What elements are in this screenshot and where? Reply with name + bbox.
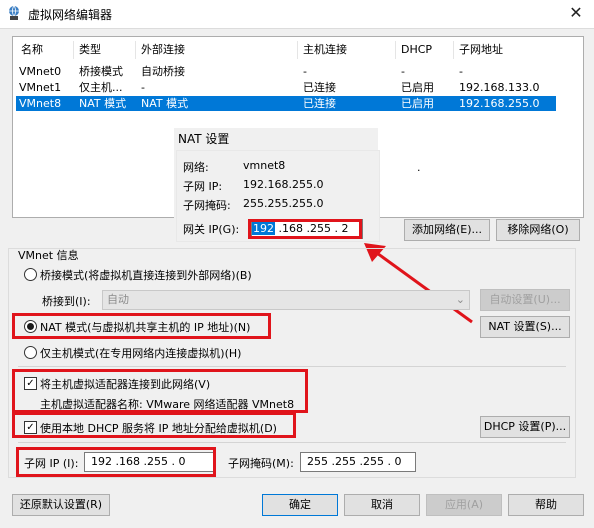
nat-settings-button[interactable]: NAT 设置(S)... — [480, 316, 570, 338]
column-header-host[interactable]: 主机连接 — [299, 41, 399, 59]
bridge-mode-label[interactable]: 桥接模式(将虚拟机直接连接到外部网络)(B) — [40, 267, 252, 283]
column-header-subnet[interactable]: 子网地址 — [455, 41, 559, 59]
column-header-type[interactable]: 类型 — [75, 41, 139, 59]
nat-subnet-mask-label: 子网掩码: — [183, 199, 231, 212]
divider — [18, 442, 566, 443]
table-row[interactable]: VMnet0 桥接模式 自动桥接 - - - — [16, 64, 556, 79]
dhcp-settings-button[interactable]: DHCP 设置(P)... — [480, 416, 570, 438]
ok-button[interactable]: 确定 — [262, 494, 338, 516]
cell-external: NAT 模式 — [141, 97, 189, 110]
host-only-label[interactable]: 仅主机模式(在专用网络内连接虚拟机)(H) — [40, 345, 241, 361]
cell-external: 自动桥接 — [141, 65, 185, 78]
nat-popup-title: NAT 设置 — [178, 132, 230, 146]
cell-host: 已连接 — [303, 97, 336, 110]
cell-dhcp: - — [401, 65, 405, 78]
annotation-box-adapter — [12, 369, 308, 413]
bridge-to-value: 自动 — [107, 293, 129, 306]
bridge-mode-radio[interactable] — [24, 268, 37, 281]
cell-name: VMnet8 — [19, 97, 62, 110]
nat-network-label: 网络: — [183, 161, 209, 174]
gateway-ip-label: 网关 IP(G): — [183, 223, 240, 236]
cell-name: VMnet0 — [19, 65, 62, 78]
nat-subnet-ip-label: 子网 IP: — [183, 180, 223, 193]
cell-name: VMnet1 — [19, 81, 62, 94]
subnet-mask-input[interactable]: 255 .255 .255 . 0 — [300, 452, 416, 472]
auto-settings-button[interactable]: 自动设置(U)... — [480, 289, 570, 311]
cell-external: - — [141, 81, 145, 94]
stray-dot: . — [417, 161, 421, 174]
cell-dhcp: 已启用 — [401, 97, 434, 110]
cell-subnet: 192.168.133.0 — [459, 81, 540, 94]
column-header-external[interactable]: 外部连接 — [137, 41, 301, 59]
remove-network-button[interactable]: 移除网络(O) — [496, 219, 580, 241]
nat-subnet-ip-value: 192.168.255.0 — [243, 178, 324, 191]
chevron-down-icon: ⌄ — [455, 293, 465, 306]
subnet-mask-label: 子网掩码(M): — [228, 457, 294, 470]
bridge-to-select[interactable]: 自动 ⌄ — [102, 290, 470, 310]
nat-network-value: vmnet8 — [243, 159, 286, 172]
divider — [18, 366, 566, 367]
column-header-dhcp[interactable]: DHCP — [397, 41, 457, 59]
network-app-icon — [6, 5, 22, 21]
cell-host: 已连接 — [303, 81, 336, 94]
restore-defaults-button[interactable]: 还原默认设置(R) — [12, 494, 110, 516]
column-header-name[interactable]: 名称 — [17, 41, 77, 59]
cell-dhcp: 已启用 — [401, 81, 434, 94]
cell-host: - — [303, 65, 307, 78]
table-row[interactable]: VMnet1 仅主机... - 已连接 已启用 192.168.133.0 — [16, 80, 556, 95]
annotation-box-subnet-ip — [16, 447, 216, 477]
window-title: 虚拟网络编辑器 — [28, 8, 113, 22]
cell-subnet: 192.168.255.0 — [459, 97, 540, 110]
table-row-selected[interactable]: VMnet8 NAT 模式 NAT 模式 已连接 已启用 192.168.255… — [16, 96, 556, 111]
vmnet-info-title: VMnet 信息 — [18, 249, 79, 262]
add-network-button[interactable]: 添加网络(E)... — [404, 219, 490, 241]
annotation-box-dhcp — [12, 412, 296, 438]
nat-subnet-mask-value: 255.255.255.0 — [243, 197, 324, 210]
cell-subnet: - — [459, 65, 463, 78]
apply-button[interactable]: 应用(A) — [426, 494, 502, 516]
bridge-to-label: 桥接到(I): — [42, 295, 91, 308]
cell-type: NAT 模式 — [79, 97, 127, 110]
host-only-radio[interactable] — [24, 346, 37, 359]
help-button[interactable]: 帮助 — [508, 494, 584, 516]
cell-type: 桥接模式 — [79, 65, 123, 78]
annotation-box-nat-mode — [12, 313, 271, 339]
annotation-box-gateway — [248, 219, 362, 239]
cancel-button[interactable]: 取消 — [344, 494, 420, 516]
cell-type: 仅主机... — [79, 81, 123, 94]
close-icon[interactable]: ✕ — [565, 3, 587, 23]
